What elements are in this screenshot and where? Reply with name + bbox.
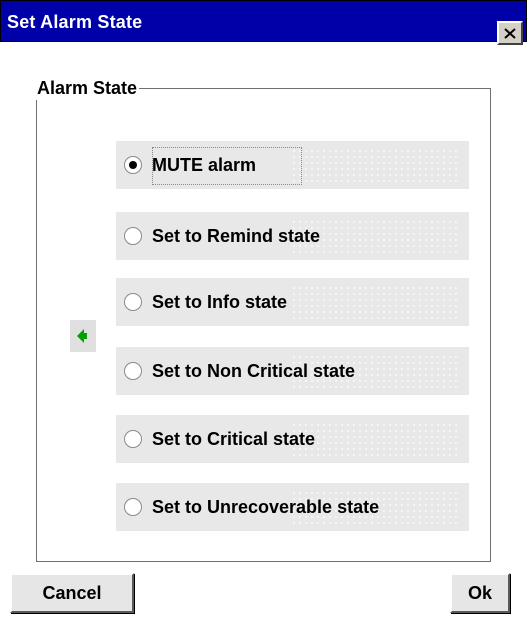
title-bar: Set Alarm State	[0, 0, 527, 45]
set-alarm-state-dialog: Set Alarm State Alarm State MUTE alarm S…	[0, 0, 527, 637]
option-label-mute-alarm: MUTE alarm	[152, 154, 257, 175]
speaker-status	[70, 320, 96, 352]
option-label-info-state: Set to Info state	[152, 291, 288, 312]
cancel-button[interactable]: Cancel	[10, 573, 134, 613]
option-label-critical-state: Set to Critical state	[152, 428, 316, 449]
speaker-icon	[77, 329, 87, 343]
option-info-state[interactable]: Set to Info state	[116, 278, 469, 326]
radio-mute-alarm[interactable]	[124, 156, 142, 174]
radio-remind-state[interactable]	[124, 227, 142, 245]
option-label-unrecoverable-state: Set to Unrecoverable state	[152, 496, 380, 517]
radio-unrecoverable-state[interactable]	[124, 498, 142, 516]
alarm-state-group-label: Alarm State	[36, 76, 140, 100]
option-label-non-critical-state: Set to Non Critical state	[152, 360, 356, 381]
option-label-remind-state: Set to Remind state	[152, 225, 321, 246]
option-critical-state[interactable]: Set to Critical state	[116, 415, 469, 463]
radio-critical-state[interactable]	[124, 430, 142, 448]
ok-button[interactable]: Ok	[450, 573, 510, 613]
option-unrecoverable-state[interactable]: Set to Unrecoverable state	[116, 483, 469, 531]
close-button[interactable]	[497, 21, 523, 45]
option-remind-state[interactable]: Set to Remind state	[116, 212, 469, 260]
radio-info-state[interactable]	[124, 293, 142, 311]
option-mute-alarm[interactable]: MUTE alarm	[116, 141, 469, 189]
window-title: Set Alarm State	[7, 12, 143, 32]
option-non-critical-state[interactable]: Set to Non Critical state	[116, 347, 469, 395]
close-icon	[504, 27, 516, 39]
radio-non-critical-state[interactable]	[124, 362, 142, 380]
